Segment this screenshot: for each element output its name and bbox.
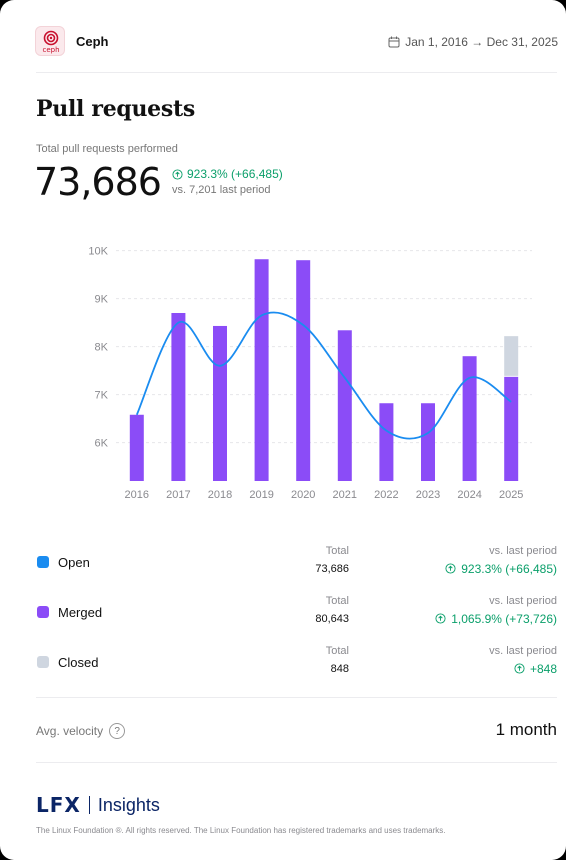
legend-label-open: Open <box>58 555 90 570</box>
y-tick-label: 9K <box>95 294 109 306</box>
x-tick-label: 2021 <box>333 489 357 501</box>
logo-text: ceph <box>42 46 60 54</box>
legend-swatch <box>37 556 49 568</box>
bar-merged[interactable] <box>462 356 477 481</box>
bar-merged[interactable] <box>337 330 352 481</box>
line-open[interactable] <box>135 311 512 440</box>
section-divider <box>36 697 557 698</box>
vs-last-period-label: vs. last period <box>489 545 557 557</box>
x-tick-label: 2019 <box>249 489 273 501</box>
bar-merged[interactable] <box>296 260 311 481</box>
footer-copyright: The Linux Foundation ®. All rights reser… <box>36 826 446 835</box>
arrow-up-circle-icon <box>172 168 183 180</box>
x-tick-label: 2022 <box>374 489 398 501</box>
velocity-label: Avg. velocity <box>36 724 104 738</box>
vs-last-period-value: +848 <box>337 662 557 676</box>
total-value: 73,686 <box>34 160 162 204</box>
pull-requests-chart: 6K 7K 8K 9K 10K 2016 2017 2018 2019 2020 2021 2022… <box>88 246 532 501</box>
legend-swatch <box>37 606 49 618</box>
pull-requests-card: ceph Ceph Jan 1, 2016 → Dec 31, 2025 Pul… <box>0 0 566 860</box>
velocity-value: 1 month <box>495 720 557 739</box>
x-tick-label: 2018 <box>208 489 232 501</box>
velocity-label-group: Avg. velocity ? <box>36 723 126 739</box>
vs-last-period-value: 923.3% (+66,485) <box>337 562 557 576</box>
lfx-insights-logo[interactable]: LFX Insights <box>36 793 160 817</box>
ceph-logo-icon <box>43 30 59 46</box>
y-tick-label: 8K <box>95 342 109 354</box>
help-icon[interactable]: ? <box>109 723 126 739</box>
vs-last-period-text: 923.3% (+66,485) <box>461 562 557 576</box>
ceph-logo[interactable]: ceph <box>35 26 65 56</box>
arrow-up-circle-icon <box>445 563 456 574</box>
project-name[interactable]: Ceph <box>76 34 109 49</box>
bar-merged[interactable] <box>421 403 435 481</box>
page-title: Pull requests <box>36 96 195 122</box>
x-tick-label: 2024 <box>457 489 481 501</box>
y-tick-label: 7K <box>95 390 109 402</box>
header-divider <box>36 72 557 73</box>
delta-text: 923.3% (+66,485) <box>187 167 283 181</box>
total-label: Total pull requests performed <box>36 143 178 155</box>
x-tick-label: 2023 <box>416 489 440 501</box>
logo-separator <box>88 796 90 814</box>
lfx-mark: LFX <box>36 793 81 817</box>
bar-merged[interactable] <box>504 376 519 481</box>
bar-closed[interactable] <box>504 336 519 376</box>
bar-merged[interactable] <box>129 414 144 481</box>
bar-merged[interactable] <box>213 325 227 481</box>
bar-merged[interactable] <box>379 403 394 481</box>
insights-wordmark: Insights <box>97 794 160 815</box>
arrow-up-circle-icon <box>435 613 446 624</box>
legend-label-closed: Closed <box>58 655 99 670</box>
bar-merged[interactable] <box>171 313 186 481</box>
x-tick-label: 2016 <box>125 489 149 501</box>
legend-swatch <box>37 656 49 668</box>
arrow-up-circle-icon <box>514 663 525 674</box>
delta-indicator: 923.3% (+66,485) <box>172 167 283 181</box>
calendar-icon <box>388 36 400 48</box>
vs-last-period-label: vs. last period <box>489 595 557 607</box>
comparison-text: vs. 7,201 last period <box>172 184 271 196</box>
vs-last-period-label: vs. last period <box>489 645 557 657</box>
vs-last-period-text: +848 <box>529 662 557 676</box>
y-tick-label: 10K <box>88 246 108 258</box>
vs-last-period-text: 1,065.9% (+73,726) <box>451 612 557 626</box>
section-divider <box>36 762 557 763</box>
x-tick-label: 2020 <box>291 489 315 501</box>
x-tick-label: 2025 <box>499 489 523 501</box>
date-range-text: Jan 1, 2016 → Dec 31, 2025 <box>405 35 558 49</box>
vs-last-period-value: 1,065.9% (+73,726) <box>337 612 557 626</box>
bar-merged[interactable] <box>254 259 269 481</box>
x-tick-label: 2017 <box>166 489 190 501</box>
date-range-picker[interactable]: Jan 1, 2016 → Dec 31, 2025 <box>388 35 558 49</box>
y-tick-label: 6K <box>95 438 109 450</box>
legend-label-merged: Merged <box>58 605 103 620</box>
